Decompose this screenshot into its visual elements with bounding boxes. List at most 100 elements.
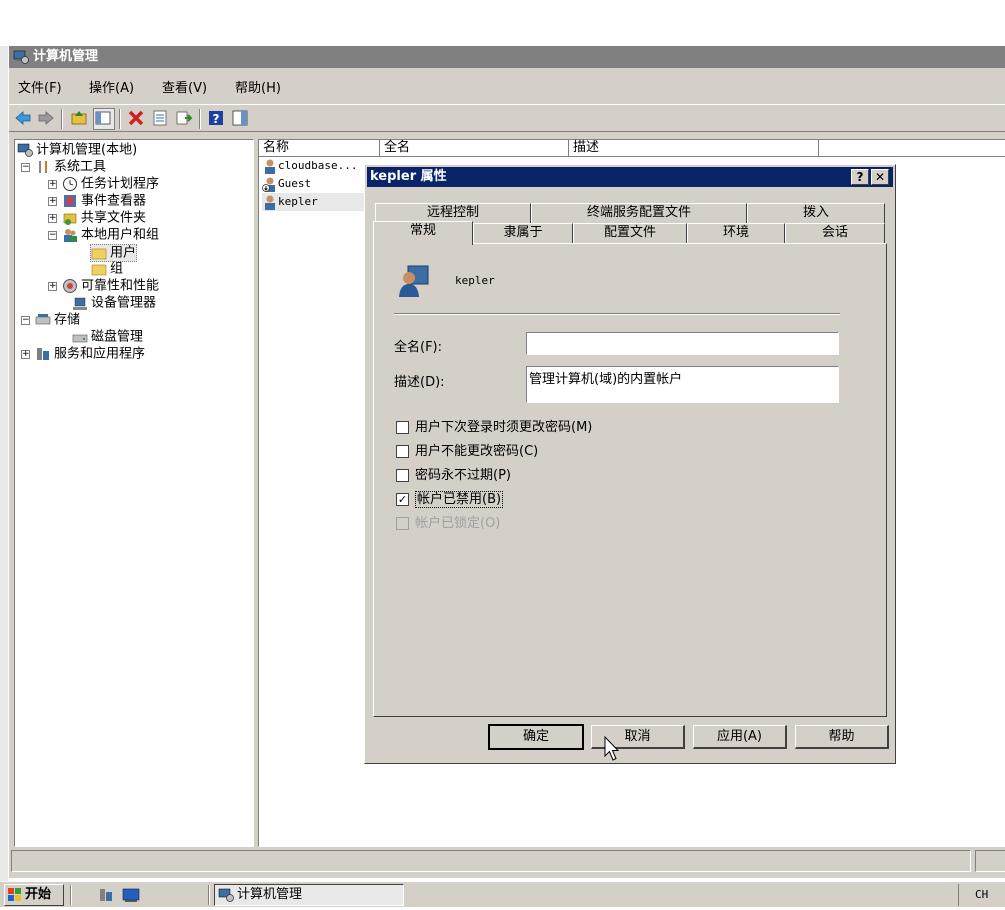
description-label: 描述(D): [394, 375, 445, 390]
tree-item-root[interactable]: 计算机管理(本地) [17, 142, 137, 158]
svg-text:?: ? [213, 112, 220, 126]
fullname-field[interactable] [526, 332, 839, 355]
collapse-icon[interactable]: − [21, 162, 30, 172]
expand-icon[interactable]: + [48, 281, 57, 291]
expand-icon[interactable]: + [21, 349, 30, 359]
list-item[interactable]: Guest [262, 175, 311, 193]
dialog-help-button[interactable]: ? [851, 169, 869, 185]
taskbar-task-computer-management[interactable]: 计算机管理 [214, 884, 404, 906]
show-action-pane-icon[interactable] [230, 108, 250, 128]
computer-management-icon [17, 142, 33, 158]
checkbox-box[interactable] [396, 445, 409, 458]
column-header-name[interactable]: 名称 [259, 140, 380, 157]
tab-profile[interactable]: 配置文件 [573, 223, 687, 243]
main-titlebar[interactable]: 计算机管理 [9, 46, 1005, 68]
description-field[interactable]: 管理计算机(域)的内置帐户 [526, 366, 839, 403]
collapse-icon[interactable]: − [21, 315, 30, 325]
tab-environment[interactable]: 环境 [687, 223, 785, 243]
expand-icon[interactable]: + [48, 179, 57, 189]
menu-bar: 文件(F) 操作(A) 查看(V) 帮助(H) [9, 68, 1005, 100]
menu-action[interactable]: 操作(A) [89, 77, 134, 96]
disabled-user-icon [262, 176, 278, 192]
list-item-name: Guest [278, 177, 312, 190]
back-icon[interactable] [13, 108, 33, 128]
system-tray: CH [958, 884, 1003, 906]
list-item[interactable]: cloudbase... [262, 157, 357, 175]
menu-help[interactable]: 帮助(H) [235, 77, 281, 96]
menu-view[interactable]: 查看(V) [162, 77, 207, 96]
column-header-fullname[interactable]: 全名 [380, 140, 569, 157]
tab-terminal-services[interactable]: 终端服务配置文件 [531, 203, 747, 223]
tree-item-local-users[interactable]: − 本地用户和组 [48, 227, 159, 243]
checkbox-box[interactable] [396, 469, 409, 482]
show-desktop-icon[interactable] [122, 887, 140, 903]
tree-label: 本地用户和组 [81, 227, 160, 243]
tree-label: 组 [110, 261, 124, 277]
tree-item-groups[interactable]: 组 [91, 261, 123, 277]
tree-item-services-apps[interactable]: + 服务和应用程序 [21, 346, 145, 362]
quick-launch-server-icon[interactable] [98, 887, 114, 903]
export-list-icon[interactable] [174, 108, 194, 128]
properties-dialog: kepler 属性 ? ✕ 远程控制 终端服务配置文件 拨入 常规 隶属于 配置… [364, 164, 896, 764]
checkbox-label: 帐户已锁定(O) [415, 516, 501, 531]
show-hide-tree-icon[interactable] [93, 108, 115, 130]
tools-icon [35, 159, 51, 175]
tree-item-event-viewer[interactable]: + 事件查看器 [48, 193, 146, 209]
storage-icon [35, 312, 51, 328]
tree-label: 用户 [110, 245, 137, 261]
forward-icon[interactable] [36, 108, 56, 128]
reliability-icon [62, 278, 78, 294]
tree-item-reliability[interactable]: + 可靠性和性能 [48, 278, 159, 294]
tab-member-of[interactable]: 隶属于 [473, 223, 573, 243]
delete-icon[interactable] [126, 108, 146, 128]
tree-item-users[interactable]: 用户 [90, 244, 138, 262]
tab-remote-control[interactable]: 远程控制 [375, 203, 531, 223]
mouse-pointer-icon [604, 735, 620, 764]
expand-icon[interactable]: + [48, 196, 57, 206]
menu-file[interactable]: 文件(F) [18, 77, 62, 96]
tree-label: 系统工具 [54, 159, 107, 175]
fullname-label: 全名(F): [394, 340, 443, 355]
checkbox-password-never-expires[interactable]: 密码永不过期(P) [396, 468, 511, 484]
start-label: 开始 [25, 887, 52, 902]
tree-item-task-scheduler[interactable]: + 任务计划程序 [48, 176, 159, 192]
list-item-selected[interactable]: kepler [262, 193, 366, 211]
clock-icon [62, 176, 78, 192]
checkbox-account-disabled[interactable]: ✓ 帐户已禁用(B) [396, 491, 504, 508]
input-language-indicator[interactable]: CH [975, 888, 988, 901]
tab-general[interactable]: 常规 [373, 221, 473, 245]
apply-button[interactable]: 应用(A) [693, 725, 787, 749]
user-icon [262, 158, 278, 174]
checkmark-icon[interactable]: ✓ [396, 493, 409, 506]
toolbar-separator [61, 109, 63, 129]
tree-label: 存储 [54, 312, 81, 328]
tree-item-system-tools[interactable]: − 系统工具 [21, 159, 106, 175]
tab-panel-general: kepler 全名(F): 描述(D): 管理计算机(域)的内置帐户 用户下次登… [373, 243, 887, 717]
tab-dial-in[interactable]: 拨入 [747, 203, 885, 223]
properties-icon[interactable] [150, 108, 170, 128]
tree-item-storage[interactable]: − 存储 [21, 312, 80, 328]
help-icon[interactable]: ? [206, 108, 226, 128]
taskbar-separator [208, 885, 210, 905]
checkbox-must-change-password[interactable]: 用户下次登录时须更改密码(M) [396, 420, 592, 436]
dialog-titlebar[interactable]: kepler 属性 ? ✕ [367, 167, 893, 187]
taskbar-task-label: 计算机管理 [237, 887, 303, 902]
column-header-description[interactable]: 描述 [569, 140, 819, 157]
tree-label: 任务计划程序 [81, 176, 160, 192]
checkbox-cannot-change-password[interactable]: 用户不能更改密码(C) [396, 444, 538, 460]
toolbar: ? [9, 104, 1005, 132]
tree-item-device-manager[interactable]: 设备管理器 [72, 295, 156, 311]
dialog-close-button[interactable]: ✕ [871, 169, 889, 185]
collapse-icon[interactable]: − [48, 230, 57, 240]
desktop-edge [0, 46, 8, 886]
checkbox-box[interactable] [396, 421, 409, 434]
checkbox-label: 用户不能更改密码(C) [415, 444, 539, 459]
tab-sessions[interactable]: 会话 [785, 223, 885, 243]
tree-item-disk-management[interactable]: 磁盘管理 [72, 329, 143, 345]
ok-button[interactable]: 确定 [488, 724, 584, 750]
help-button[interactable]: 帮助 [795, 725, 889, 749]
start-button[interactable]: 开始 [4, 884, 64, 906]
up-folder-icon[interactable] [69, 108, 89, 128]
expand-icon[interactable]: + [48, 213, 57, 223]
tree-item-shared-folders[interactable]: + 共享文件夹 [48, 210, 146, 226]
